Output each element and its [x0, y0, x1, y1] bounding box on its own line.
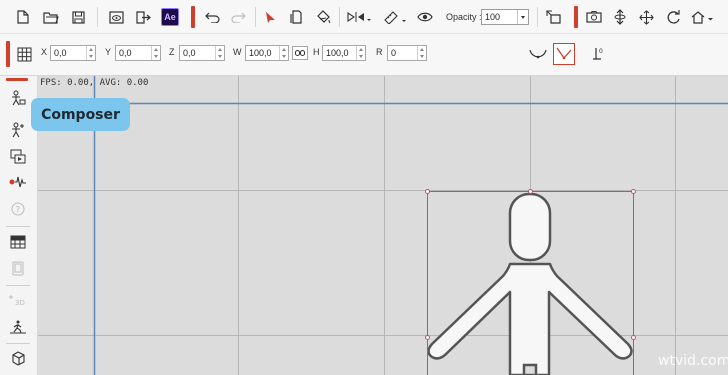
y-value: 0,0: [119, 48, 132, 58]
chevron-down-icon: [517, 10, 528, 24]
walk-icon[interactable]: [7, 317, 29, 337]
move-icon[interactable]: [637, 8, 655, 26]
link-icon[interactable]: [292, 46, 308, 60]
grid-icon[interactable]: [14, 44, 34, 64]
phone-icon[interactable]: [7, 258, 29, 278]
y-stepper[interactable]: [151, 46, 160, 60]
after-effects-icon[interactable]: Ae: [161, 8, 179, 26]
new-file-icon[interactable]: [15, 9, 31, 25]
composer-icon[interactable]: [7, 88, 29, 108]
w-input[interactable]: 100,0: [245, 45, 289, 61]
ruler-icon[interactable]: [382, 9, 408, 25]
w-value: 100,0: [249, 48, 272, 58]
save-icon[interactable]: [70, 9, 86, 25]
z-input[interactable]: 0,0: [179, 45, 225, 61]
grid-panel-icon[interactable]: [7, 232, 29, 252]
r-value: 0: [391, 48, 397, 58]
select-arrow-icon[interactable]: [262, 9, 278, 25]
svg-text:0: 0: [599, 48, 603, 55]
camera-icon[interactable]: [585, 9, 603, 25]
x-stepper[interactable]: [86, 46, 95, 60]
opacity-label: Opacity :: [446, 12, 482, 22]
toolbar-divider: [574, 6, 578, 28]
stage-canvas[interactable]: [38, 76, 728, 375]
eye-icon[interactable]: [416, 9, 434, 25]
paint-bucket-icon[interactable]: [314, 9, 332, 25]
character-add-icon[interactable]: [7, 120, 29, 140]
r-input[interactable]: 0: [387, 45, 427, 61]
joint-icon[interactable]: [553, 43, 575, 65]
flip-icon[interactable]: [346, 9, 372, 25]
main-toolbar: Ae Opacity : 100: [0, 0, 728, 34]
svg-text:?: ?: [16, 206, 21, 216]
box-icon[interactable]: [7, 348, 29, 368]
export-icon[interactable]: [134, 9, 152, 25]
r-label: R: [376, 47, 383, 57]
w-stepper[interactable]: [279, 46, 288, 60]
x-value: 0,0: [54, 48, 67, 58]
composer-tooltip: Composer: [31, 98, 130, 131]
h-value: 100,0: [326, 48, 349, 58]
tooltip-label: Composer: [41, 106, 120, 123]
opacity-value: 100: [485, 12, 501, 22]
fps-readout: FPS: 0.00, AVG: 0.00: [40, 78, 149, 88]
transform-toolbar: X 0,0 Y 0,0 Z 0,0 W 100,0 H 100,0 R 0 0: [0, 34, 728, 76]
toolbar-divider: [191, 6, 195, 28]
y-label: Y: [105, 47, 112, 57]
redo-icon[interactable]: [229, 9, 247, 25]
rotate-icon[interactable]: [664, 9, 682, 25]
move-vertical-icon[interactable]: [611, 8, 629, 26]
z-stepper[interactable]: [215, 46, 224, 60]
watermark: wtvid.com: [658, 353, 728, 369]
z-value: 0,0: [183, 48, 196, 58]
h-label: H: [313, 47, 320, 57]
h-input[interactable]: 100,0: [322, 45, 366, 61]
copy-icon[interactable]: [288, 9, 304, 25]
open-folder-icon[interactable]: [42, 9, 60, 25]
sidebar-active-indicator: [6, 78, 28, 81]
z-label: Z: [169, 47, 175, 57]
help-icon[interactable]: ?: [7, 199, 29, 219]
pin-icon[interactable]: 0: [590, 45, 608, 63]
r-stepper[interactable]: [417, 46, 426, 60]
opacity-select[interactable]: 100: [481, 9, 529, 25]
scene-icon[interactable]: [7, 146, 29, 166]
anchor-icon[interactable]: [544, 9, 562, 25]
home-icon[interactable]: [690, 9, 716, 25]
curve-icon[interactable]: [527, 43, 549, 65]
after-effects-label: Ae: [164, 12, 176, 22]
audio-wave-icon[interactable]: [7, 172, 29, 192]
w-label: W: [233, 47, 242, 57]
preview-icon[interactable]: [107, 9, 125, 25]
undo-icon[interactable]: [203, 9, 221, 25]
y-input[interactable]: 0,0: [115, 45, 161, 61]
svg-text:3D: 3D: [15, 299, 25, 307]
h-stepper[interactable]: [356, 46, 365, 60]
text-3d-icon[interactable]: 3D: [7, 290, 29, 310]
x-input[interactable]: 0,0: [50, 45, 96, 61]
toolbar-divider: [6, 41, 10, 67]
x-label: X: [41, 47, 48, 57]
